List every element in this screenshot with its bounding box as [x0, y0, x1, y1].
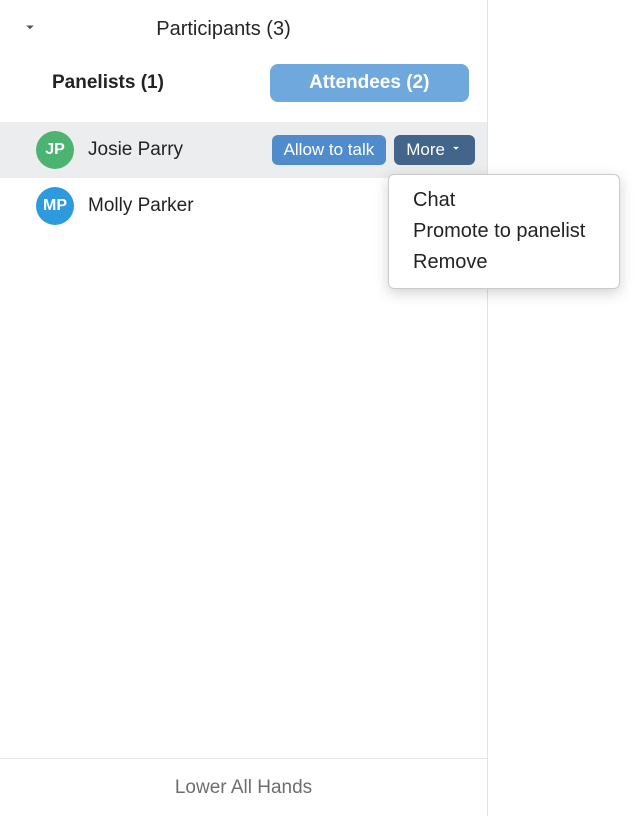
panel-header: Participants (3) — [0, 0, 487, 58]
panel-footer: Lower All Hands — [0, 758, 487, 816]
avatar: MP — [36, 187, 74, 225]
attendee-row[interactable]: JP Josie Parry Allow to talk More — [0, 122, 487, 178]
menu-item-promote[interactable]: Promote to panelist — [389, 216, 619, 247]
avatar: JP — [36, 131, 74, 169]
menu-item-remove[interactable]: Remove — [389, 247, 619, 278]
lower-all-hands-button[interactable]: Lower All Hands — [175, 777, 312, 799]
more-menu-dropdown: Chat Promote to panelist Remove — [388, 174, 620, 289]
attendee-name: Josie Parry — [88, 139, 258, 161]
allow-to-talk-button[interactable]: Allow to talk — [272, 135, 387, 165]
participants-panel: Participants (3) Panelists (1) Attendees… — [0, 0, 488, 816]
tab-attendees-label: Attendees (2) — [309, 72, 429, 94]
allow-to-talk-label: Allow to talk — [284, 140, 375, 160]
chevron-down-icon — [449, 140, 463, 160]
menu-item-chat[interactable]: Chat — [389, 185, 619, 216]
more-button[interactable]: More — [394, 135, 475, 165]
tab-attendees[interactable]: Attendees (2) — [270, 64, 470, 102]
more-label: More — [406, 140, 445, 160]
participant-tabs: Panelists (1) Attendees (2) — [0, 58, 487, 108]
lower-all-hands-label: Lower All Hands — [175, 777, 312, 798]
tab-panelists-label: Panelists (1) — [52, 72, 164, 94]
row-actions: Allow to talk More — [272, 135, 475, 165]
tab-panelists[interactable]: Panelists (1) — [46, 64, 252, 102]
panel-title: Participants (3) — [10, 18, 477, 41]
